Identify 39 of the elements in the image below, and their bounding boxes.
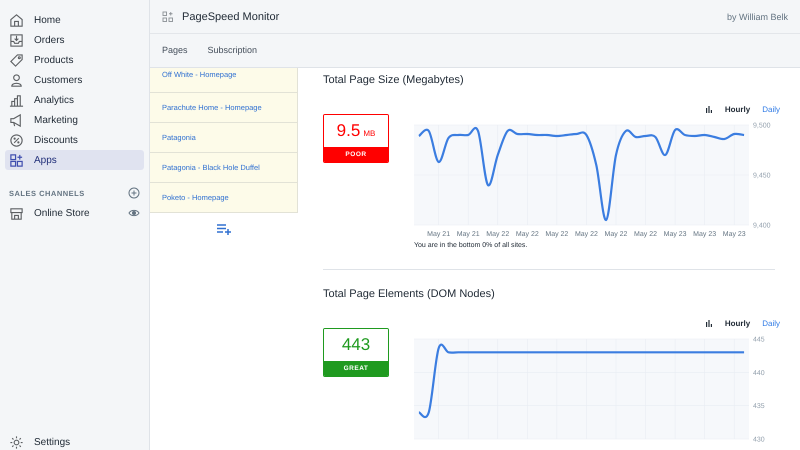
apps-grid-icon (162, 10, 174, 22)
megaphone-icon (9, 112, 24, 128)
unit-label: MB (363, 128, 376, 140)
sidebar-item[interactable]: Products (5, 50, 144, 70)
sidebar-item[interactable]: Analytics (5, 90, 144, 110)
bar-chart-icon[interactable] (704, 319, 713, 327)
sidebar-item[interactable]: Orders (5, 30, 144, 50)
add-to-list-icon[interactable] (216, 223, 232, 235)
sidebar-item[interactable]: Apps (5, 150, 144, 170)
bar-chart-icon[interactable] (704, 105, 713, 113)
sidebar-item[interactable]: Home (5, 10, 144, 30)
metric-title: Total Page Elements (DOM Nodes) (323, 288, 496, 300)
house-icon (9, 12, 24, 28)
inbox-icon (9, 32, 24, 48)
interval-option[interactable]: Daily (762, 318, 780, 328)
tab[interactable]: Subscription (208, 40, 258, 60)
sidebar-item[interactable]: Customers (5, 70, 144, 90)
percent-badge-icon (9, 132, 24, 148)
storefront-icon (9, 206, 24, 220)
sidebar-item[interactable]: Online Store (34, 208, 118, 218)
sidebar-item[interactable]: Marketing (5, 110, 144, 130)
tag-icon (9, 52, 24, 68)
app-title: PageSpeed Monitor (182, 10, 280, 22)
sidebar-item[interactable]: Discounts (5, 130, 144, 150)
author-text: by William Belk (726, 12, 788, 22)
eye-icon[interactable] (128, 207, 140, 219)
interval-option[interactable]: Daily (762, 104, 780, 114)
score-value: 443 (342, 334, 370, 356)
interval-option[interactable]: Hourly (724, 318, 750, 328)
tab[interactable]: Pages (162, 40, 188, 60)
interval-option[interactable]: Hourly (724, 104, 750, 114)
apps-grid-icon (9, 152, 24, 168)
add-circle-icon[interactable] (128, 187, 140, 199)
metric-title: Total Page Size (Megabytes) (323, 74, 465, 86)
gear-icon (9, 434, 24, 450)
bar-chart-icon (9, 92, 24, 108)
score-value: 9.5 (336, 120, 360, 142)
person-icon (9, 72, 24, 88)
sidebar-item[interactable]: Settings (5, 434, 144, 450)
